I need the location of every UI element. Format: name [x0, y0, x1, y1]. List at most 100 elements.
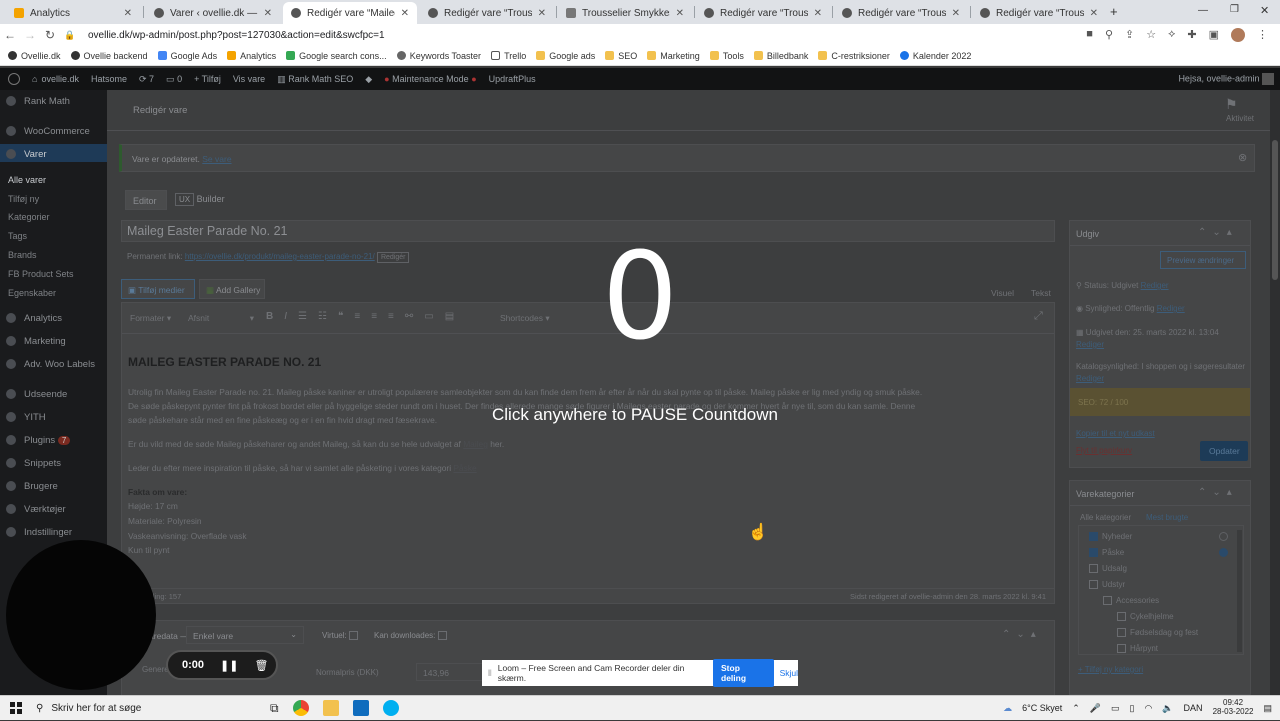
bookmark-item[interactable]: Ovellie.dk: [8, 51, 61, 61]
bookmark-folder[interactable]: Tools: [709, 51, 744, 61]
menu-icon[interactable]: ⋮: [1257, 28, 1268, 42]
updates-icon[interactable]: ⟳ 7: [139, 74, 154, 85]
comments-icon[interactable]: ▭ 0: [166, 74, 182, 85]
zoom-icon[interactable]: ⚲: [1105, 28, 1113, 42]
browser-tab[interactable]: Redigér vare “Trousselier✕: [420, 2, 554, 24]
sidebar-subitem-add-new[interactable]: Tilføj ny: [8, 194, 39, 204]
collapse-icon[interactable]: ▴: [1227, 227, 1238, 238]
browser-tab[interactable]: Trousselier Smykkeskrin M✕: [558, 2, 692, 24]
sidebar-item-analytics[interactable]: Analytics: [24, 313, 62, 324]
extension-icon[interactable]: ⟡: [1168, 28, 1175, 42]
tab-all-categories[interactable]: Alle kategorier: [1080, 513, 1131, 522]
add-new-link[interactable]: + Tilføj: [194, 74, 221, 84]
drag-handle-icon[interactable]: ⦀: [488, 668, 492, 679]
sidebar-item-tools[interactable]: Værktøjer: [24, 504, 66, 515]
rank-math-link[interactable]: ▥ Rank Math SEO: [277, 74, 353, 85]
taskbar-search[interactable]: ⚲ Skriv her for at søge: [36, 696, 256, 721]
chrome-icon[interactable]: [292, 700, 309, 716]
format-select[interactable]: Formater ▾: [130, 313, 171, 324]
collapse-icon[interactable]: ▴: [1227, 487, 1238, 498]
checkbox[interactable]: [1117, 628, 1126, 638]
close-icon[interactable]: ✕: [401, 8, 409, 19]
hide-button[interactable]: Skjul: [780, 668, 798, 678]
scrollbar-thumb[interactable]: [1272, 140, 1278, 280]
back-icon[interactable]: ←: [0, 28, 20, 42]
sidebar-item-settings[interactable]: Indstillinger: [24, 527, 72, 538]
adminbar-item[interactable]: Hatsome: [91, 74, 127, 84]
close-icon[interactable]: ✕: [814, 8, 822, 19]
start-icon[interactable]: [10, 702, 22, 714]
bookmark-folder[interactable]: SEO: [605, 51, 637, 61]
bold-icon[interactable]: B: [266, 311, 284, 322]
reload-icon[interactable]: ↻: [40, 28, 60, 42]
easter-link[interactable]: Påske: [453, 463, 476, 473]
volume-icon[interactable]: 🔈: [1162, 703, 1173, 714]
catalog-edit-link[interactable]: Rediger: [1076, 374, 1104, 383]
account-link[interactable]: Hejsa, ovellie-admin: [1178, 73, 1280, 85]
close-icon[interactable]: ✕: [538, 8, 546, 19]
bookmark-folder[interactable]: Marketing: [647, 51, 700, 61]
permalink-edit-button[interactable]: Redigér: [376, 252, 410, 263]
view-product-link[interactable]: Se vare: [202, 154, 231, 164]
move-down-icon[interactable]: ⌄: [1212, 487, 1226, 498]
bookmark-item[interactable]: Keywords Toaster: [396, 51, 481, 61]
bullet-list-icon[interactable]: ☰: [298, 311, 318, 322]
close-icon[interactable]: ✕: [1090, 8, 1098, 19]
trash-link[interactable]: Flyt til papirkurv: [1076, 446, 1132, 455]
category-item[interactable]: Nyheder: [1089, 532, 1132, 542]
toolbar-toggle-icon[interactable]: ▤: [445, 311, 465, 322]
move-down-icon[interactable]: ⌄: [1212, 227, 1226, 238]
virtual-checkbox[interactable]: Virtuel:: [322, 631, 362, 641]
maintenance-mode-link[interactable]: ● Maintenance Mode ●: [384, 74, 476, 84]
category-item[interactable]: Hårpynt: [1117, 644, 1158, 654]
sidebar-item-snippets[interactable]: Snippets: [24, 458, 61, 469]
maximize-button[interactable]: ❐: [1230, 4, 1239, 15]
close-icon[interactable]: ✕: [264, 8, 272, 19]
share-icon[interactable]: ⇪: [1125, 28, 1134, 42]
tray-expand-icon[interactable]: ⌃: [1072, 703, 1080, 714]
category-item[interactable]: Cykelhjelme: [1117, 612, 1174, 622]
outlook-icon[interactable]: [352, 700, 369, 716]
move-down-icon[interactable]: ⌄: [1016, 629, 1030, 640]
sidebar-subitem-tags[interactable]: Tags: [8, 231, 27, 241]
move-up-icon[interactable]: ⌃: [1198, 487, 1212, 498]
status-edit-link[interactable]: Rediger: [1141, 281, 1169, 290]
trash-icon[interactable]: 🗑: [254, 659, 268, 672]
copy-draft-link[interactable]: Kopier til et nyt udkast: [1076, 429, 1155, 438]
category-item[interactable]: Udstyr: [1089, 580, 1125, 590]
bookmark-item[interactable]: Analytics: [227, 51, 276, 61]
sidebar-item-users[interactable]: Brugere: [24, 481, 58, 492]
tab-text[interactable]: Tekst: [1031, 288, 1051, 298]
browser-tab[interactable]: Redigér vare “Trousselier✕: [696, 2, 830, 24]
battery-icon[interactable]: ▯: [1130, 703, 1135, 714]
fullscreen-icon[interactable]: ⤢: [1034, 310, 1043, 323]
add-gallery-button[interactable]: ▦ Add Gallery: [199, 279, 265, 299]
box-controls[interactable]: ⌃⌄▴: [1198, 487, 1238, 498]
align-center-icon[interactable]: ≡: [371, 311, 388, 322]
move-up-icon[interactable]: ⌃: [1002, 629, 1016, 640]
task-view-icon[interactable]: ⧉: [270, 701, 279, 716]
clock[interactable]: 09:42 28-03-2022: [1213, 698, 1254, 717]
checkbox[interactable]: [1103, 596, 1112, 606]
box-controls[interactable]: ⌃⌄▴: [1198, 227, 1238, 238]
file-explorer-icon[interactable]: [322, 700, 339, 716]
site-link[interactable]: ovellie.dk: [41, 74, 79, 84]
bookmark-folder[interactable]: Billedbank: [753, 51, 808, 61]
wifi-icon[interactable]: ◠: [1144, 703, 1152, 714]
close-icon[interactable]: ✕: [952, 8, 960, 19]
activity-link[interactable]: Aktivitet: [1226, 114, 1254, 123]
italic-icon[interactable]: I: [284, 311, 298, 322]
lock-icon[interactable]: 🔒: [60, 30, 80, 41]
bookmark-item[interactable]: Google search cons...: [286, 51, 387, 61]
bookmark-item[interactable]: Trello: [491, 51, 526, 61]
align-left-icon[interactable]: ≡: [354, 311, 371, 322]
box-controls[interactable]: ⌃⌄▴: [1002, 629, 1042, 640]
tab-visual[interactable]: Visuel: [991, 288, 1014, 298]
browser-tab[interactable]: Redigér vare “Trousselier✕: [834, 2, 968, 24]
add-media-button[interactable]: ▣ Tilføj medier: [121, 279, 195, 299]
minimize-button[interactable]: —: [1198, 5, 1208, 16]
checkbox[interactable]: [1089, 580, 1098, 590]
close-icon[interactable]: ✕: [124, 8, 132, 19]
new-tab-button[interactable]: +: [1110, 4, 1118, 19]
weather-icon[interactable]: ☁: [1003, 703, 1012, 714]
